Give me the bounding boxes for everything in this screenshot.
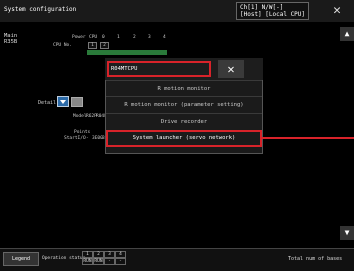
status-header: 2 (93, 251, 104, 258)
status-value: - (104, 258, 115, 265)
close-icon[interactable]: ✕ (328, 3, 346, 19)
popup-title: R04MTCPU (107, 61, 211, 77)
channel-info[interactable]: Ch[1] N/W[-] [Host] [Local CPU] (236, 2, 310, 20)
callout-line (262, 137, 354, 139)
cpu-number-cell: 1 (88, 42, 97, 49)
main-base-label-line-2: R35B (4, 39, 18, 45)
window-title: System configuration (4, 6, 77, 13)
status-header: 3 (104, 251, 115, 258)
scroll-up-button[interactable]: ▲ (340, 27, 354, 41)
start-io-label: StartI/O (64, 136, 86, 141)
scroll-down-button[interactable]: ▼ (340, 226, 354, 240)
menu-item-r-motion-monitor-parameter[interactable]: R motion monitor (parameter setting) (106, 96, 262, 113)
points-label: Points (74, 130, 91, 135)
legend-button[interactable]: Legend (3, 252, 39, 266)
status-header: 1 (82, 251, 93, 258)
menu-item-system-launcher[interactable]: System launcher (servo network) (106, 130, 262, 147)
start-io-value: - (86, 136, 89, 141)
popup-close-icon[interactable]: ✕ (218, 60, 244, 78)
slot-header: 1 (117, 35, 120, 40)
power-label: Power (72, 35, 86, 40)
menu-item-drive-recorder[interactable]: Drive recorder (106, 113, 262, 130)
menu-item-r-motion-monitor[interactable]: R motion monitor (106, 80, 262, 97)
operation-status-label: Operation status (42, 256, 86, 261)
channel-info-line-2: [Host] [Local CPU] (240, 11, 306, 18)
model-label: Model (73, 114, 87, 119)
detail-selector[interactable] (71, 97, 83, 107)
cpu-no-label: CPU No. (53, 43, 72, 48)
cpu-number-cell: 2 (100, 42, 109, 49)
detail-dropdown-button[interactable] (57, 96, 69, 107)
status-value: RUN (82, 258, 93, 265)
main-base-label: Main R35B (4, 33, 17, 45)
operation-status-grid: 1 2 3 4 RUN RUN - - (82, 251, 126, 265)
slot-header: 4 (163, 35, 166, 40)
slot-header: 0 (102, 35, 105, 40)
detail-label: Detail (38, 100, 57, 106)
total-bases-label: Total num of bases (288, 256, 343, 262)
slot-header: 3 (148, 35, 151, 40)
module-status-strip (87, 50, 167, 55)
cpu-label: CPU (89, 35, 98, 40)
status-header: 4 (115, 251, 126, 258)
slot-header: 2 (133, 35, 136, 40)
channel-info-line-1: Ch[1] N/W[-] (240, 4, 284, 11)
status-value: - (115, 258, 126, 265)
status-value: RUN (93, 258, 104, 265)
